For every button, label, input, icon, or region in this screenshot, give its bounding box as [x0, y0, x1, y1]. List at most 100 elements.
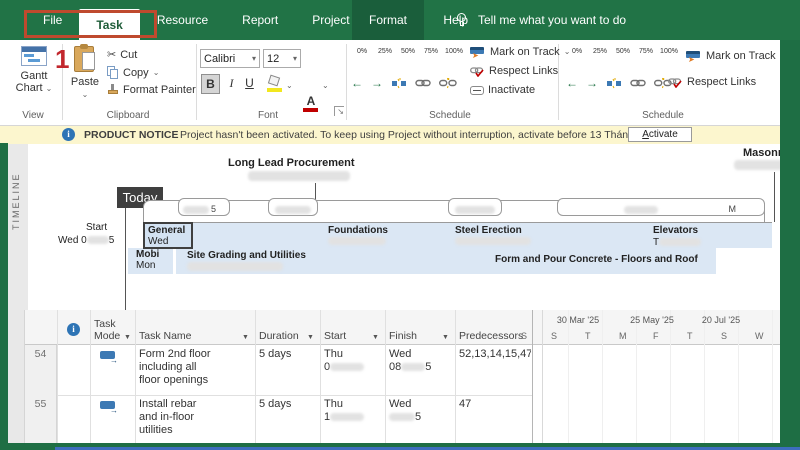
underline-button[interactable]: U — [240, 74, 259, 94]
col-header-task-mode[interactable]: TaskMode — [94, 318, 120, 342]
highlight-color-button[interactable] — [267, 74, 283, 94]
cut-button[interactable]: ✂ Cut — [107, 48, 137, 61]
timeline-task-site-grading[interactable]: Site Grading and Utilities — [187, 250, 306, 261]
predecessors-cell[interactable]: 52,13,14,15,47 — [459, 348, 531, 361]
duration-cell[interactable]: 5 days — [259, 398, 291, 411]
chevron-down-icon: ▾ — [293, 55, 297, 63]
paste-icon — [74, 46, 94, 72]
timescale-day: T — [687, 331, 693, 341]
percent-25-button[interactable]: 25% — [374, 48, 396, 55]
activate-button[interactable]: Activate — [628, 127, 692, 142]
font-size-combo[interactable]: 12▾ — [263, 49, 301, 68]
mark-on-track-icon: ➤ — [686, 50, 702, 62]
timeline-task-form-pour[interactable]: Form and Pour Concrete - Floors and Roof — [495, 254, 698, 265]
timescale-day: S — [521, 331, 527, 341]
col-header-start[interactable]: Start — [324, 330, 346, 342]
finish-cell[interactable]: Wed5 — [389, 398, 421, 424]
filter-caret-icon[interactable]: ▼ — [372, 334, 379, 341]
tab-format[interactable]: Format — [352, 0, 424, 40]
col-header-predecessors[interactable]: Predecessors — [459, 330, 523, 342]
percent-25-label: 25% — [378, 48, 392, 55]
start-cell[interactable]: Thu0 — [324, 348, 364, 374]
indent-task-icon[interactable]: → — [586, 76, 598, 90]
split-task-icon[interactable] — [391, 77, 407, 89]
filter-caret-icon[interactable]: ▼ — [307, 334, 314, 341]
percent-50-button-2[interactable]: 50% — [612, 48, 634, 55]
finish-cell[interactable]: Wed085 — [389, 348, 431, 374]
gantt-chart-label-1: Gantt — [21, 70, 48, 82]
cut-label: Cut — [120, 49, 137, 61]
filter-caret-icon[interactable]: ▼ — [242, 334, 249, 341]
row-number[interactable]: 55 — [25, 395, 57, 443]
outdent-task-icon[interactable]: ← — [566, 76, 578, 90]
link-tasks-icon[interactable] — [630, 78, 646, 88]
task-name-cell[interactable]: Install rebar and in-floor utilities — [139, 398, 251, 437]
row-number[interactable]: 54 — [25, 345, 57, 395]
table-gutter — [8, 310, 25, 443]
indent-task-icon[interactable]: → — [371, 76, 383, 90]
predecessors-cell[interactable]: 47 — [459, 398, 471, 411]
mark-on-track-icon: ➤ — [470, 46, 486, 58]
chevron-down-icon: ⌄ — [153, 69, 160, 77]
bold-button[interactable]: B — [201, 74, 220, 94]
unlink-tasks-icon[interactable] — [439, 77, 457, 89]
link-tasks-icon[interactable] — [415, 78, 431, 88]
timescale-day: M — [619, 331, 627, 341]
percent-50-button[interactable]: 50% — [397, 48, 419, 55]
filter-caret-icon[interactable]: ▼ — [442, 334, 449, 341]
percent-25-label-2: 25% — [593, 48, 607, 55]
tell-me-box[interactable]: Tell me what you want to do — [455, 0, 626, 40]
percent-100-button[interactable]: 100% — [443, 48, 465, 55]
start-cell[interactable]: Thu1 — [324, 398, 364, 424]
app-window: File Task Resource Report Project View H… — [0, 0, 800, 450]
col-header-duration[interactable]: Duration — [259, 330, 299, 342]
percent-25-button-2[interactable]: 25% — [589, 48, 611, 55]
task-name-cell[interactable]: Form 2nd floor including all floor openi… — [139, 348, 251, 387]
italic-button[interactable]: I — [222, 74, 241, 94]
duration-cell[interactable]: 5 days — [259, 348, 291, 361]
copy-button[interactable]: Copy ⌄ — [107, 66, 159, 79]
percent-75-button-2[interactable]: 75% — [635, 48, 657, 55]
percent-0-button-2[interactable]: 0% — [566, 48, 588, 55]
col-header-task-name[interactable]: Task Name — [139, 330, 192, 342]
timeline-task-general[interactable]: General Wed — [143, 222, 193, 249]
percent-0-button[interactable]: 0% — [351, 48, 373, 55]
inactivate-button[interactable]: Inactivate — [470, 84, 535, 96]
redacted-date — [455, 237, 531, 245]
outdent-task-icon[interactable]: ← — [351, 76, 363, 90]
mark-on-track-label: Mark on Track — [490, 46, 560, 58]
task-mode-auto-icon — [100, 351, 115, 359]
font-dialog-launcher-icon[interactable]: ↘ — [334, 106, 344, 116]
format-painter-button[interactable]: Format Painter — [107, 84, 196, 96]
tab-report[interactable]: Report — [225, 0, 295, 40]
timescale-day: F — [653, 331, 659, 341]
respect-links-button[interactable]: Respect Links — [470, 65, 558, 77]
respect-links-button-2[interactable]: Respect Links — [668, 76, 756, 88]
timeline-pane[interactable]: TIMELINE Long Lead Procurement Masonry T… — [8, 144, 780, 310]
font-name-combo[interactable]: Calibri▾ — [200, 49, 260, 68]
mark-on-track-button-2[interactable]: ➤ Mark on Track ⌄ — [686, 50, 786, 62]
timeline-task-steel-erection[interactable]: Steel Erection — [455, 225, 522, 236]
gantt-chart-button[interactable]: Gantt Chart ⌄ — [8, 44, 60, 108]
timeline-task-elevators[interactable]: Elevators — [653, 225, 698, 236]
copy-label: Copy — [123, 67, 149, 79]
mark-on-track-button[interactable]: ➤ Mark on Track ⌄ — [470, 46, 570, 58]
timeline-start-label: Start — [86, 222, 107, 233]
timeline-task-mobi[interactable]: Mobi Mon — [128, 248, 176, 274]
filter-caret-icon[interactable]: ▼ — [124, 334, 131, 341]
col-header-finish[interactable]: Finish — [389, 330, 417, 342]
task-mode-auto-icon — [100, 401, 115, 409]
split-task-icon[interactable] — [606, 77, 622, 89]
percent-75-button[interactable]: 75% — [420, 48, 442, 55]
highlight-color-dropdown[interactable]: ⌄ — [286, 82, 293, 90]
timescale-day: S — [551, 331, 557, 341]
timeline-task-foundations[interactable]: Foundations — [328, 225, 388, 236]
percent-100-button-2[interactable]: 100% — [658, 48, 680, 55]
percent-75-label: 75% — [424, 48, 438, 55]
font-color-dropdown[interactable]: ⌄ — [322, 82, 329, 90]
chain-check-icon — [470, 66, 485, 77]
task-table: i TaskMode ▼ Task Name ▼ Duration ▼ Star… — [8, 310, 780, 443]
percent-50-label: 50% — [401, 48, 415, 55]
info-column-icon[interactable]: i — [67, 323, 80, 336]
paste-button[interactable]: Paste⌄ — [68, 44, 102, 108]
